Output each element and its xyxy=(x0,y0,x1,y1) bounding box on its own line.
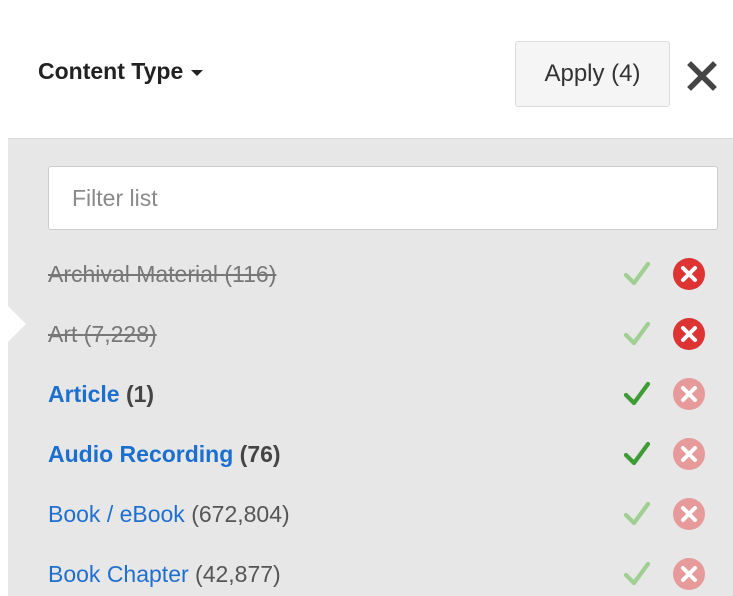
include-check-icon[interactable] xyxy=(618,376,656,412)
list-item: Audio Recording (76) xyxy=(48,432,708,476)
list-item-label[interactable]: Article (1) xyxy=(48,381,154,408)
list-item: Book / eBook (672,804) xyxy=(48,492,708,536)
list-item-actions xyxy=(618,256,708,292)
list-item-label[interactable]: Book Chapter (42,877) xyxy=(48,561,281,588)
list-item-actions xyxy=(618,556,708,592)
list-item: Article (1) xyxy=(48,372,708,416)
filter-list-input[interactable] xyxy=(48,166,718,230)
list-item-label[interactable]: Archival Material (116) xyxy=(48,261,276,288)
exclude-x-icon[interactable] xyxy=(670,496,708,532)
content-type-dropdown[interactable]: Content Type xyxy=(38,58,204,85)
close-icon xyxy=(687,61,717,91)
apply-button[interactable]: Apply (4) xyxy=(515,41,670,107)
list-item-label[interactable]: Art (7,228) xyxy=(48,321,157,348)
exclude-x-icon[interactable] xyxy=(670,316,708,352)
list-item-name: Book / eBook xyxy=(48,500,185,527)
list-item-count: (672,804) xyxy=(191,500,290,527)
list-item-actions xyxy=(618,496,708,532)
panel-title: Content Type xyxy=(38,58,184,84)
list-item: Book Chapter (42,877) xyxy=(48,552,708,596)
list-item-actions xyxy=(618,436,708,472)
list-item-name: Article xyxy=(48,380,120,407)
list-item-name: Audio Recording xyxy=(48,440,234,467)
include-check-icon[interactable] xyxy=(618,556,656,592)
filter-list-area: Archival Material (116) Art (7,228) Articl… xyxy=(8,139,733,596)
list-item-count: (7,228) xyxy=(83,320,157,347)
exclude-x-icon[interactable] xyxy=(670,436,708,472)
list-item-label[interactable]: Book / eBook (672,804) xyxy=(48,501,290,528)
include-check-icon[interactable] xyxy=(618,496,656,532)
list-item-count: (42,877) xyxy=(195,560,281,587)
list-item-label[interactable]: Audio Recording (76) xyxy=(48,441,281,468)
list-item-count: (1) xyxy=(125,380,155,407)
include-check-icon[interactable] xyxy=(618,256,656,292)
exclude-x-icon[interactable] xyxy=(670,556,708,592)
list-item-actions xyxy=(618,376,708,412)
include-check-icon[interactable] xyxy=(618,436,656,472)
close-button[interactable] xyxy=(682,56,722,96)
exclude-x-icon[interactable] xyxy=(670,256,708,292)
selection-pointer xyxy=(8,306,26,342)
caret-down-icon xyxy=(191,69,204,76)
content-type-filter-panel: Content Type Apply (4) Archival Material… xyxy=(8,12,733,596)
list-item-name: Book Chapter xyxy=(48,560,189,587)
list-item-count: (76) xyxy=(239,440,281,467)
include-check-icon[interactable] xyxy=(618,316,656,352)
list-item-actions xyxy=(618,316,708,352)
exclude-x-icon[interactable] xyxy=(670,376,708,412)
list-item-count: (116) xyxy=(224,260,277,287)
list-item: Art (7,228) xyxy=(48,312,708,356)
list-item-name: Art xyxy=(48,320,78,347)
list-item-name: Archival Material xyxy=(48,260,218,287)
panel-header: Content Type Apply (4) xyxy=(8,12,733,139)
list-item: Archival Material (116) xyxy=(48,252,708,296)
